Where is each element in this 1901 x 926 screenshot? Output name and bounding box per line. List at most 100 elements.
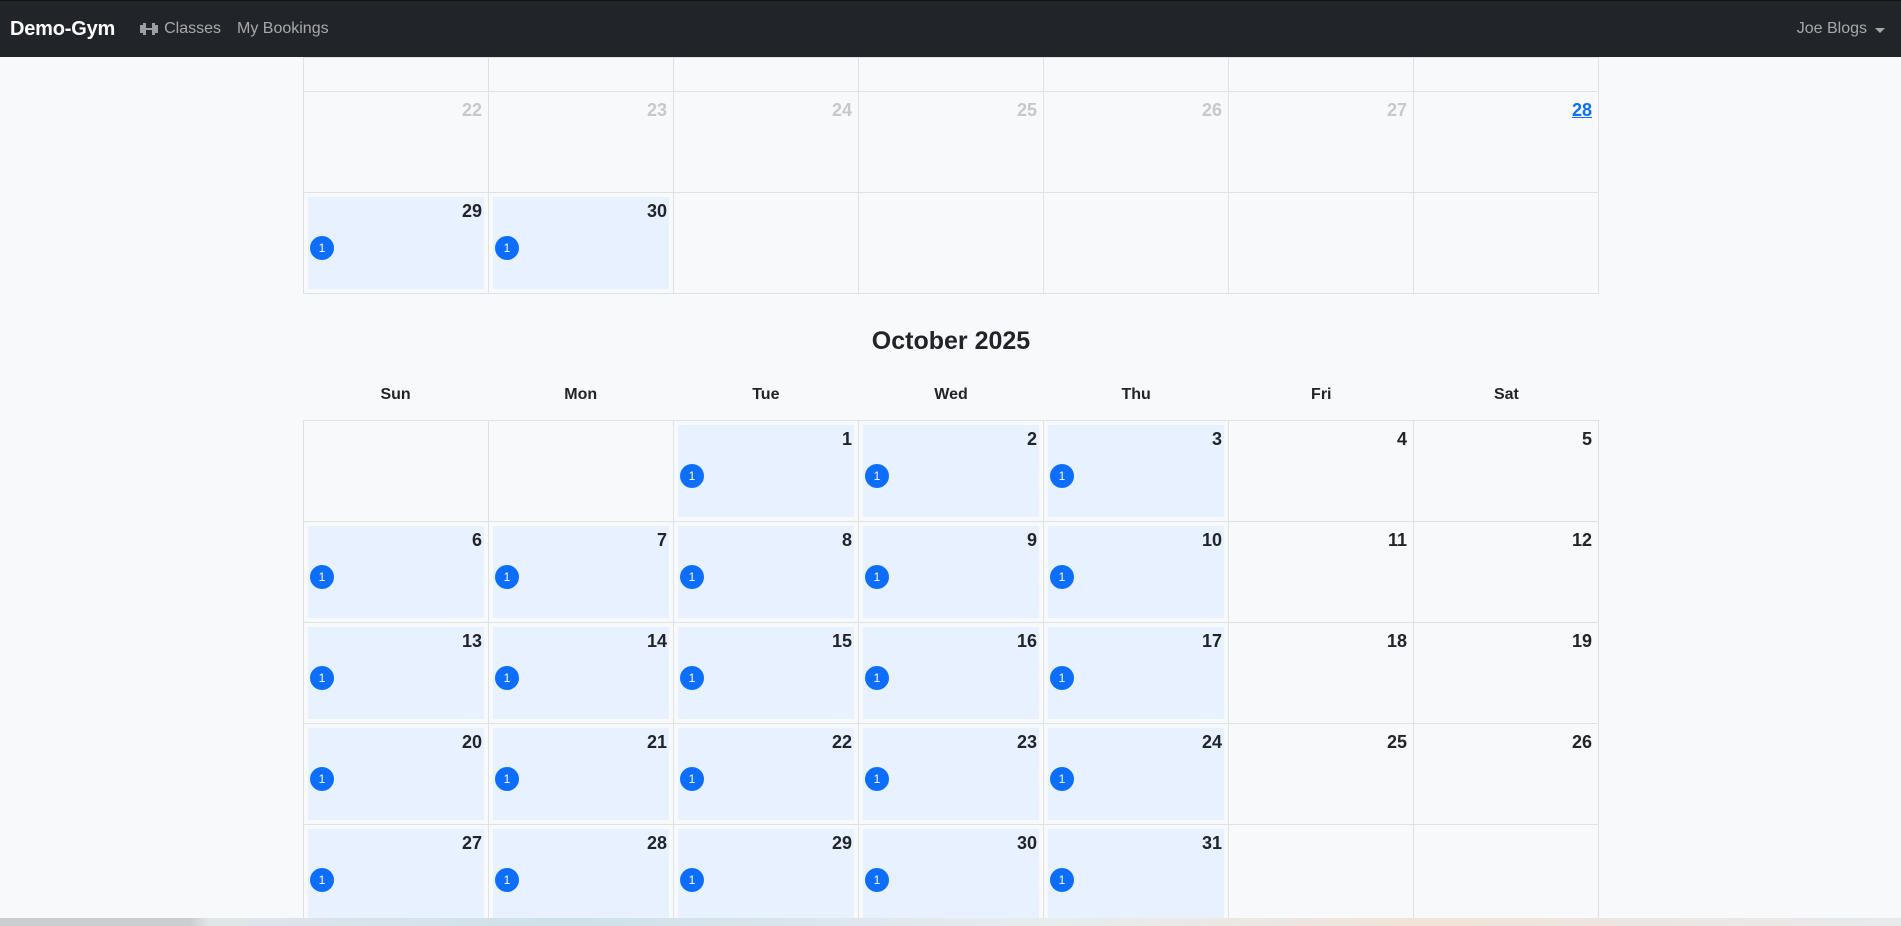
class-count-badge[interactable]: 1 bbox=[680, 868, 704, 892]
class-count-badge[interactable]: 1 bbox=[865, 666, 889, 690]
calendar-day-cell[interactable]: 14 1 bbox=[489, 623, 674, 724]
class-count-badge[interactable]: 1 bbox=[1050, 464, 1074, 488]
class-count-badge[interactable]: 1 bbox=[310, 868, 334, 892]
event-highlight bbox=[308, 829, 484, 921]
class-count-badge[interactable]: 1 bbox=[310, 565, 334, 589]
day-number: 29 bbox=[461, 201, 482, 221]
calendar-day-cell[interactable]: 61 bbox=[304, 522, 489, 623]
calendar-day-cell[interactable]: 23 1 bbox=[859, 724, 1044, 825]
calendar-day-cell[interactable]: 21 bbox=[859, 421, 1044, 522]
day-number: 23 bbox=[646, 100, 667, 120]
day-number: 27 bbox=[461, 833, 482, 853]
calendar-day-cell[interactable]: 31 bbox=[1044, 421, 1229, 522]
class-count-badge[interactable]: 1 bbox=[1050, 565, 1074, 589]
calendar-day-cell[interactable]: 13 1 bbox=[304, 623, 489, 724]
class-count-badge[interactable]: 1 bbox=[865, 767, 889, 791]
class-count-badge[interactable]: 1 bbox=[680, 464, 704, 488]
class-count-badge[interactable]: 1 bbox=[495, 565, 519, 589]
class-count-badge[interactable]: 1 bbox=[1050, 666, 1074, 690]
calendar-day-cell[interactable]: 11 bbox=[674, 421, 859, 522]
event-highlight bbox=[678, 627, 854, 719]
class-count-badge[interactable]: 1 bbox=[680, 767, 704, 791]
event-highlight bbox=[1048, 526, 1224, 618]
class-count-badge[interactable]: 1 bbox=[495, 236, 519, 260]
day-number: 13 bbox=[461, 631, 482, 651]
calendar-day-cell: 24 bbox=[674, 92, 859, 193]
calendar-day-cell[interactable]: 22 1 bbox=[674, 724, 859, 825]
event-highlight bbox=[1048, 829, 1224, 921]
calendar-day-cell bbox=[1414, 193, 1599, 294]
calendar-day-cell[interactable]: 30 1 bbox=[489, 193, 674, 294]
calendar-day-cell[interactable]: 20 1 bbox=[304, 724, 489, 825]
day-number: 24 bbox=[1201, 732, 1222, 752]
calendar-day-cell[interactable]: 21 1 bbox=[489, 724, 674, 825]
dumbbell-icon bbox=[139, 22, 159, 36]
nav-classes-link[interactable]: Classes bbox=[139, 20, 221, 38]
calendar-day-cell bbox=[1044, 58, 1229, 92]
day-number: 17 bbox=[1201, 631, 1222, 651]
class-count-badge[interactable]: 1 bbox=[865, 565, 889, 589]
calendar-day-cell: 22 bbox=[304, 92, 489, 193]
class-count-badge[interactable]: 1 bbox=[310, 236, 334, 260]
day-number: 22 bbox=[461, 100, 482, 120]
calendar-day-cell[interactable]: 31 1 bbox=[1044, 825, 1229, 926]
calendar-day-cell[interactable]: 15 1 bbox=[674, 623, 859, 724]
calendar-day-cell[interactable]: 81 bbox=[674, 522, 859, 623]
calendar-day-cell bbox=[304, 58, 489, 92]
calendar-day-cell[interactable]: 10 1 bbox=[1044, 522, 1229, 623]
day-number: 18 bbox=[1386, 631, 1407, 651]
day-number: 19 bbox=[1571, 631, 1592, 651]
class-count-badge[interactable]: 1 bbox=[310, 666, 334, 690]
calendar-day-cell[interactable]: 16 1 bbox=[859, 623, 1044, 724]
calendar-day-cell[interactable]: 17 1 bbox=[1044, 623, 1229, 724]
calendar-day-cell[interactable]: 28 1 bbox=[489, 825, 674, 926]
top-navbar: Demo-Gym Classes My Bookings Joe Blogs bbox=[0, 0, 1901, 57]
event-highlight bbox=[678, 829, 854, 921]
calendar-day-cell: 11 bbox=[1229, 522, 1414, 623]
brand-logo[interactable]: Demo-Gym bbox=[10, 18, 115, 41]
calendar-day-cell bbox=[1229, 193, 1414, 294]
nav-my-bookings-link[interactable]: My Bookings bbox=[237, 20, 329, 38]
calendar-day-cell bbox=[489, 421, 674, 522]
class-count-badge[interactable]: 1 bbox=[495, 868, 519, 892]
calendar-day-cell[interactable]: 24 1 bbox=[1044, 724, 1229, 825]
day-number: 7 bbox=[656, 530, 667, 550]
calendar-day-cell: 26 bbox=[1044, 92, 1229, 193]
calendar-day-cell[interactable]: 29 1 bbox=[674, 825, 859, 926]
day-number: 1 bbox=[841, 429, 852, 449]
day-number: 21 bbox=[646, 732, 667, 752]
class-count-badge[interactable]: 1 bbox=[310, 767, 334, 791]
class-count-badge[interactable]: 1 bbox=[1050, 767, 1074, 791]
day-number: 16 bbox=[1016, 631, 1037, 651]
calendar-day-cell[interactable]: 91 bbox=[859, 522, 1044, 623]
day-number: 30 bbox=[1016, 833, 1037, 853]
class-count-badge[interactable]: 1 bbox=[865, 868, 889, 892]
class-count-badge[interactable]: 1 bbox=[865, 464, 889, 488]
class-count-badge[interactable]: 1 bbox=[495, 666, 519, 690]
calendar-day-cell bbox=[304, 421, 489, 522]
day-number: 10 bbox=[1201, 530, 1222, 550]
day-number: 11 bbox=[1387, 530, 1407, 550]
calendar-day-cell[interactable]: 27 1 bbox=[304, 825, 489, 926]
calendar-day-cell[interactable]: 71 bbox=[489, 522, 674, 623]
september-calendar-grid: 22 23 24 25 26 27 28 29 1 30 1 bbox=[303, 57, 1599, 294]
calendar-day-cell[interactable]: 29 1 bbox=[304, 193, 489, 294]
day-number: 14 bbox=[646, 631, 667, 651]
event-highlight bbox=[678, 728, 854, 820]
day-number: 3 bbox=[1211, 429, 1222, 449]
event-highlight bbox=[863, 829, 1039, 921]
weekday-label: Fri bbox=[1311, 386, 1332, 403]
class-count-badge[interactable]: 1 bbox=[1050, 868, 1074, 892]
day-number: 26 bbox=[1201, 100, 1222, 120]
event-highlight bbox=[863, 728, 1039, 820]
class-count-badge[interactable]: 1 bbox=[680, 666, 704, 690]
calendar-day-cell: 27 bbox=[1229, 92, 1414, 193]
today-date-link[interactable]: 28 bbox=[1572, 100, 1592, 121]
class-count-badge[interactable]: 1 bbox=[680, 565, 704, 589]
calendar-day-cell[interactable]: 30 1 bbox=[859, 825, 1044, 926]
event-highlight bbox=[493, 627, 669, 719]
day-number: 27 bbox=[1386, 100, 1407, 120]
user-menu-dropdown[interactable]: Joe Blogs bbox=[1797, 20, 1885, 38]
event-highlight bbox=[863, 425, 1039, 517]
class-count-badge[interactable]: 1 bbox=[495, 767, 519, 791]
